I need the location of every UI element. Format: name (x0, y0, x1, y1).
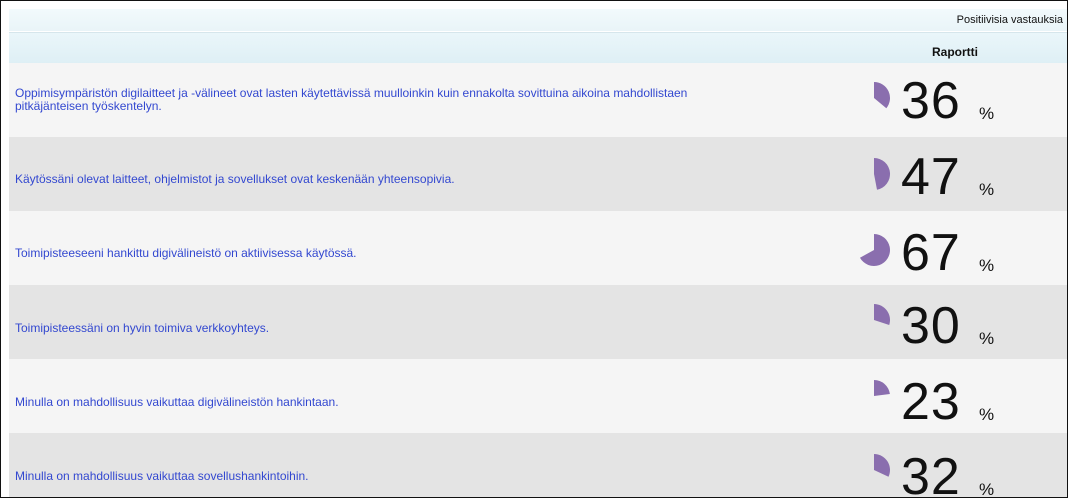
table-row: Käytössäni olevat laitteet, ohjelmistot … (9, 137, 1067, 211)
percentage-value: 47 (901, 148, 961, 206)
percent-sign: % (979, 256, 995, 275)
pie-chart-icon (874, 304, 891, 325)
table-row: Toimipisteeseeni hankittu digivälineistö… (9, 211, 1067, 285)
percentage-value: 36 (901, 72, 961, 130)
percent-sign: % (979, 480, 995, 498)
pie-slice (859, 234, 890, 266)
pie-slice (874, 454, 891, 477)
percentage-value: 32 (901, 448, 961, 498)
pie-slice (874, 380, 890, 396)
table-row: Oppimisympäristön digilaitteet ja -välin… (9, 63, 1067, 137)
header-positive-responses: Positiivisia vastauksia (956, 14, 1063, 26)
pie-chart-icon (874, 82, 891, 109)
header-report-column: Raportti (932, 45, 978, 59)
question-text[interactable]: Toimipisteeseeni hankittu digivälineistö… (15, 247, 825, 260)
table-row: Toimipisteessäni on hyvin toimiva verkko… (9, 285, 1067, 359)
pie-chart-icon (874, 157, 891, 190)
question-text[interactable]: Käytössäni olevat laitteet, ohjelmistot … (15, 173, 825, 186)
question-text[interactable]: Toimipisteessäni on hyvin toimiva verkko… (15, 322, 825, 335)
percentage-value: 30 (901, 297, 961, 355)
percent-sign: % (979, 180, 995, 199)
percent-sign: % (979, 405, 995, 424)
report-table: Positiivisia vastauksia Raportti Oppimis… (0, 0, 1068, 498)
header-column-row: Raportti (9, 32, 1067, 64)
pie-chart-icon (874, 454, 891, 477)
question-text[interactable]: Minulla on mahdollisuus vaikuttaa sovell… (15, 470, 825, 483)
pie-chart-icon (874, 380, 890, 396)
percent-sign: % (979, 329, 995, 348)
percent-sign: % (979, 104, 995, 123)
question-text[interactable]: Oppimisympäristön digilaitteet ja -välin… (15, 87, 825, 113)
pie-chart-icon (859, 234, 890, 266)
question-text[interactable]: Minulla on mahdollisuus vaikuttaa digivä… (15, 396, 825, 409)
pie-slice (874, 304, 891, 325)
percentage-value: 23 (901, 373, 961, 431)
pie-slice (874, 82, 891, 109)
pie-slice (874, 157, 891, 190)
table-row: Minulla on mahdollisuus vaikuttaa digivä… (9, 359, 1067, 433)
percentage-value: 67 (901, 224, 961, 282)
header-top-row: Positiivisia vastauksia (9, 9, 1067, 31)
table-row: Minulla on mahdollisuus vaikuttaa sovell… (9, 433, 1067, 498)
